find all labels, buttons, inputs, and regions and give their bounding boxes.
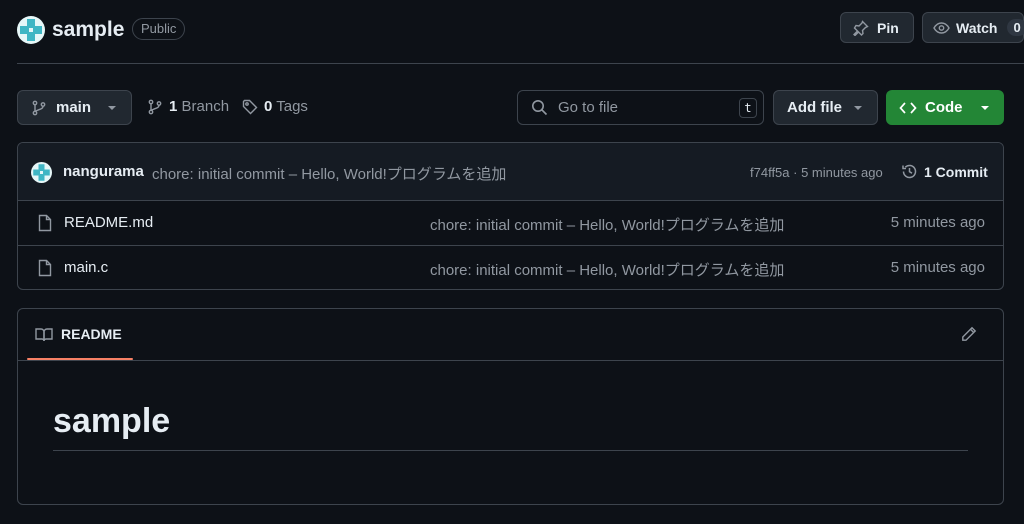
code-label: Code [925,99,963,116]
commit-hash-time[interactable]: f74ff5a · 5 minutes ago [750,165,883,180]
pin-button[interactable]: Pin [840,12,914,43]
search-placeholder: Go to file [558,99,619,116]
file-age: 5 minutes ago [890,259,985,276]
file-icon [38,259,52,277]
tags-link[interactable]: 0 Tags [242,98,308,115]
chevron-down-icon [853,105,863,111]
readme-divider [18,360,1003,361]
readme-heading: sample [53,402,171,440]
file-row[interactable]: main.c chore: initial commit – Hello, Wo… [18,246,1003,289]
add-file-label: Add file [787,99,842,116]
file-age: 5 minutes ago [890,214,985,231]
code-icon [899,101,917,115]
pin-icon [853,19,869,36]
tag-icon [242,99,258,115]
file-name[interactable]: README.md [64,214,153,231]
code-button[interactable]: Code [886,90,1004,125]
file-list: nangurama chore: initial commit – Hello,… [17,142,1004,290]
pencil-icon[interactable] [961,326,977,342]
file-name[interactable]: main.c [64,259,108,276]
search-icon [531,99,548,116]
chevron-down-icon [980,105,990,111]
commit-author[interactable]: nangurama [63,163,144,180]
book-icon [35,327,53,342]
eye-icon [933,20,950,36]
file-commit-message[interactable]: chore: initial commit – Hello, World!プログ… [430,259,784,280]
branch-count: 1 [169,98,178,115]
file-row[interactable]: README.md chore: initial commit – Hello,… [18,201,1003,246]
heading-rule [53,450,968,451]
pin-label: Pin [877,19,899,36]
visibility-badge: Public [132,18,186,40]
repo-avatar [17,16,45,44]
tag-label: Tags [276,98,308,115]
readme-panel: README sample [17,308,1004,505]
branch-selector[interactable]: main [17,90,132,125]
author-avatar[interactable] [31,162,52,183]
readme-tab-label: README [61,326,122,342]
header-divider [17,63,1024,64]
commit-message[interactable]: chore: initial commit – Hello, World!プログ… [152,163,506,184]
file-icon [38,214,52,232]
commits-history-link[interactable]: 1 Commit [901,163,988,180]
file-commit-message[interactable]: chore: initial commit – Hello, World!プログ… [430,214,784,235]
watch-count: 0 [1007,19,1024,36]
latest-commit-row: nangurama chore: initial commit – Hello,… [18,143,1003,201]
readme-tab[interactable]: README [35,326,122,342]
add-file-button[interactable]: Add file [773,90,878,125]
history-icon [901,163,918,180]
branch-label: Branch [181,98,230,115]
tag-count: 0 [264,98,273,115]
branch-name: main [56,99,92,116]
branch-icon [147,99,163,115]
branches-link[interactable]: 1 Branch [147,98,229,115]
repo-name[interactable]: sample [52,17,124,43]
watch-label: Watch [956,19,998,36]
chevron-down-icon [107,105,117,111]
search-shortcut: t [739,97,757,118]
commit-count: 1 Commit [924,163,988,180]
go-to-file-input[interactable]: Go to file t [517,90,764,125]
watch-button[interactable]: Watch 0 [922,12,1024,43]
branch-icon [31,100,47,116]
